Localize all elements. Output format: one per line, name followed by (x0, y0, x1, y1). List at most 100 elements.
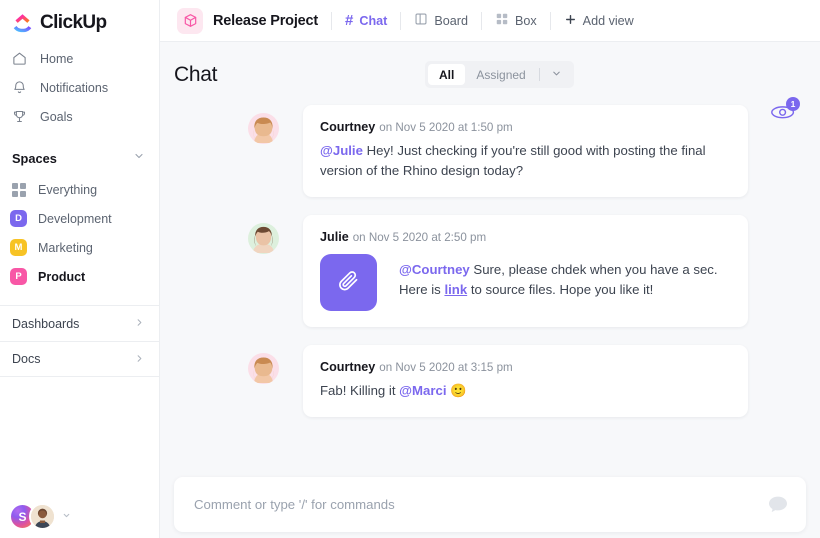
sidebar-item-goals[interactable]: Goals (0, 102, 159, 131)
divider (331, 11, 333, 30)
filter-assigned-button[interactable]: Assigned (465, 64, 536, 85)
sidebar-item-label: Notifications (40, 80, 109, 95)
message-text-after-link: to source files. Hope you like it! (467, 282, 654, 298)
plus-icon (564, 13, 577, 29)
clickup-logo-icon (12, 13, 33, 34)
sidebar-item-marketing[interactable]: M Marketing (0, 233, 159, 262)
message-item: Courtney on Nov 5 2020 at 3:15 pm Fab! Ki… (160, 345, 820, 418)
space-badge-marketing: M (10, 239, 27, 256)
message-author: Courtney (320, 360, 376, 375)
sidebar-item-label: Docs (12, 352, 41, 366)
space-label: Development (38, 211, 112, 226)
watchers-count-badge: 1 (786, 97, 800, 111)
filter-all-button[interactable]: All (428, 64, 466, 85)
sidebar-item-label: Dashboards (12, 316, 80, 331)
message-item: Julie on Nov 5 2020 at 2:50 pm @Courtney… (160, 215, 820, 328)
sidebar-item-everything[interactable]: Everything (0, 175, 159, 204)
tab-box[interactable]: Box (495, 12, 537, 29)
avatar-courtney[interactable] (248, 113, 279, 144)
board-icon (414, 12, 428, 29)
avatar-julie[interactable] (248, 223, 279, 255)
space-label: Product (38, 269, 86, 284)
comment-placeholder: Comment or type '/' for commands (194, 497, 395, 512)
message-item: Courtney on Nov 5 2020 at 1:50 pm @Julie … (160, 105, 820, 198)
chevron-down-icon[interactable] (133, 149, 145, 167)
mention-julie[interactable]: @Julie (320, 143, 363, 158)
sidebar-item-home[interactable]: Home (0, 44, 159, 73)
chevron-right-icon (134, 317, 145, 330)
sidebar-footer: S (0, 503, 71, 530)
message-timestamp: on Nov 5 2020 at 1:50 pm (379, 121, 513, 134)
message-card: Courtney on Nov 5 2020 at 1:50 pm @Julie … (303, 105, 748, 198)
brand-logo[interactable]: ClickUp (0, 0, 159, 36)
space-label: Everything (38, 182, 98, 197)
message-author: Julie (320, 230, 349, 245)
brand-name: ClickUp (40, 12, 107, 33)
chat-content: Chat All Assigned 1 Courtney on Nov 5 20… (160, 42, 820, 538)
tab-chat[interactable]: # Chat (345, 13, 387, 28)
attachment-thumbnail[interactable] (320, 254, 377, 312)
box-grid-icon (495, 12, 509, 29)
divider (400, 11, 402, 30)
avatar-courtney[interactable] (248, 353, 279, 385)
hash-icon: # (345, 12, 354, 29)
add-view-button[interactable]: Add view (564, 13, 634, 29)
chevron-down-icon[interactable] (542, 68, 571, 82)
message-timestamp: on Nov 5 2020 at 2:50 pm (352, 231, 487, 245)
message-with-attachment: @Courtney Sure, please chdek when you ha… (320, 254, 731, 312)
tab-board[interactable]: Board (414, 12, 468, 29)
mention-courtney[interactable]: @Courtney (399, 262, 470, 277)
watchers-button[interactable]: 1 (770, 97, 800, 126)
message-text: Fab! Killing it (320, 383, 400, 399)
home-icon (12, 51, 27, 66)
message-body: Fab! Killing it @Marci 🙂 (320, 381, 731, 401)
message-list: Courtney on Nov 5 2020 at 1:50 pm @Julie … (160, 87, 820, 418)
message-meta: Courtney on Nov 5 2020 at 3:15 pm (320, 358, 731, 376)
spaces-list: Everything D Development M Marketing P P… (0, 175, 159, 291)
sidebar-item-product[interactable]: P Product (0, 262, 159, 291)
space-badge-product: P (10, 268, 27, 285)
chat-bubble-icon[interactable] (766, 493, 790, 517)
secondary-nav: Dashboards Docs (0, 305, 159, 377)
sidebar-item-development[interactable]: D Development (0, 204, 159, 233)
spaces-title: Spaces (12, 150, 57, 166)
avatar[interactable] (29, 503, 56, 530)
paperclip-icon (337, 269, 360, 297)
spaces-header[interactable]: Spaces (0, 131, 159, 175)
message-body: @Julie Hey! Just checking if you're stil… (320, 141, 731, 181)
message-link[interactable]: link (444, 282, 467, 297)
add-view-label: Add view (582, 13, 634, 28)
bell-icon (12, 80, 27, 95)
main-panel: Release Project # Chat Board Box Add vie… (160, 0, 820, 538)
message-author: Courtney (320, 120, 376, 134)
chevron-down-icon[interactable] (62, 511, 71, 522)
composer-area: Comment or type '/' for commands (160, 477, 820, 538)
sidebar-item-label: Goals (40, 109, 73, 124)
divider (538, 68, 540, 81)
primary-nav: Home Notifications Goals (0, 36, 159, 131)
sidebar-item-docs[interactable]: Docs (0, 341, 159, 377)
chevron-right-icon (134, 353, 145, 366)
tab-label: Board (434, 13, 468, 28)
message-card: Courtney on Nov 5 2020 at 3:15 pm Fab! Ki… (303, 345, 748, 418)
space-badge-development: D (10, 210, 27, 227)
comment-input[interactable]: Comment or type '/' for commands (174, 477, 806, 532)
message-text: Hey! Just checking if you're still good … (320, 143, 706, 179)
chat-title: Chat (174, 63, 218, 86)
page-title: Release Project (213, 12, 319, 29)
message-meta: Julie on Nov 5 2020 at 2:50 pm (320, 228, 731, 246)
message-meta: Courtney on Nov 5 2020 at 1:50 pm (320, 118, 731, 136)
sidebar-item-dashboards[interactable]: Dashboards (0, 305, 159, 341)
box-cube-icon (177, 7, 203, 34)
message-timestamp: on Nov 5 2020 at 3:15 pm (379, 361, 513, 375)
message-body: @Courtney Sure, please chdek when you ha… (399, 254, 731, 300)
chat-header: Chat All Assigned (160, 42, 820, 88)
tab-label: Box (514, 13, 537, 28)
topbar: Release Project # Chat Board Box Add vie… (160, 0, 820, 42)
mention-marci[interactable]: @Marci (399, 383, 446, 398)
tab-label: Chat (359, 13, 388, 28)
space-label: Marketing (38, 240, 93, 255)
sidebar-item-notifications[interactable]: Notifications (0, 73, 159, 102)
message-emoji: 🙂 (450, 383, 467, 399)
divider (549, 11, 551, 30)
